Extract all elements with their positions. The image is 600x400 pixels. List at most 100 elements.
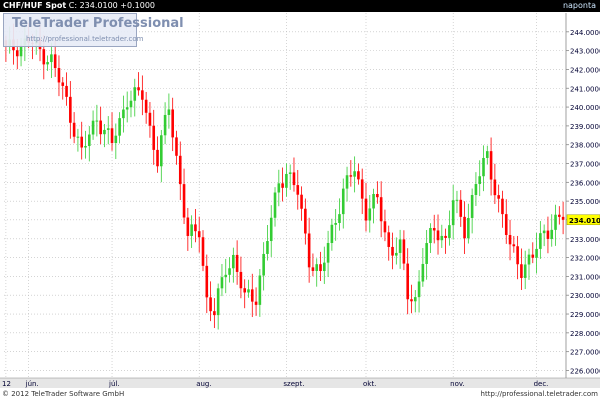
candle-down [444, 235, 447, 238]
candle-down [531, 254, 535, 258]
candle-down [57, 68, 61, 83]
candle-down [175, 137, 178, 156]
y-tick-label: 235.0000 [570, 198, 600, 206]
candle-down [144, 99, 148, 113]
candle-down [65, 85, 68, 97]
x-tick-label: szept. [283, 380, 304, 388]
candle-up [216, 288, 220, 316]
y-tick-label: 231.0000 [570, 273, 600, 281]
candle-down [178, 155, 182, 185]
candle-up [372, 193, 375, 209]
candle-down [296, 185, 300, 195]
candle-up [470, 194, 474, 218]
candle-down [546, 230, 550, 239]
candle-up [482, 157, 485, 177]
x-tick-label: aug. [196, 380, 211, 388]
candle-up [485, 151, 489, 158]
candle-up [163, 114, 167, 136]
candle-up [87, 134, 91, 146]
candle-up [341, 188, 345, 215]
candle-up [345, 175, 349, 189]
copyright-text: © 2012 TeleTrader Software GmbH [2, 390, 125, 398]
y-tick-label: 232.0000 [570, 255, 600, 263]
y-tick-label: 241.0000 [570, 85, 600, 93]
candle-down [152, 125, 156, 150]
candle-down [171, 109, 174, 138]
candle-up [118, 118, 121, 136]
candle-up [550, 229, 554, 239]
candle-down [254, 301, 258, 305]
candle-down [459, 199, 463, 217]
candle-up [395, 252, 398, 256]
candle-up [125, 107, 129, 110]
candle-up [474, 184, 478, 195]
candle-down [292, 172, 296, 186]
x-tick-label: nov. [450, 380, 465, 388]
candle-down [110, 128, 114, 144]
candle-up [232, 254, 235, 269]
candle-up [273, 192, 277, 218]
candle-up [338, 214, 341, 223]
candle-up [425, 243, 428, 264]
y-tick-label: 237.0000 [570, 161, 600, 169]
y-tick-label: 243.0000 [570, 48, 600, 56]
candle-up [50, 54, 53, 63]
candle-down [15, 50, 19, 57]
candle-up [129, 100, 133, 108]
candle-down [72, 122, 76, 137]
candle-up [368, 208, 372, 221]
candle-down [520, 264, 523, 278]
candle-down [281, 183, 284, 188]
candle-down [501, 198, 504, 215]
y-axis: 226.0000 227.0000 228.0000 229.0000 230.0000… [565, 13, 600, 378]
candle-up [421, 263, 425, 282]
candle-down [239, 271, 243, 289]
candle-up [220, 277, 224, 289]
candle-down [383, 221, 387, 233]
candle-down [304, 208, 307, 234]
candle-down [364, 198, 368, 221]
candle-down [186, 217, 190, 236]
candle-up [539, 233, 542, 249]
footer-url[interactable]: http://professional.teletrader.com [481, 389, 598, 400]
candle-down [516, 246, 519, 265]
candle-up [451, 200, 455, 226]
candle-up [84, 145, 87, 148]
y-tick-label: 244.0000 [570, 29, 600, 37]
last-price-label: 234.0100 [569, 217, 600, 225]
candle-down [512, 244, 516, 247]
candle-up [262, 253, 265, 276]
candle-down [53, 54, 57, 69]
candle-up [133, 87, 137, 101]
candle-up [167, 109, 171, 115]
candle-up [228, 268, 231, 275]
candle-up [448, 225, 451, 238]
candle-down [42, 49, 46, 65]
candle-down [558, 214, 561, 217]
candle-down [402, 239, 406, 264]
x-tick-label: dec. [534, 380, 549, 388]
candle-up [247, 289, 250, 293]
y-tick-label: 228.0000 [570, 330, 600, 338]
candle-down [311, 267, 315, 271]
candle-down [508, 234, 512, 245]
candle-down [504, 214, 508, 235]
y-tick-label: 242.0000 [570, 66, 600, 74]
candle-up [326, 243, 330, 263]
candle-down [213, 311, 216, 316]
candle-up [554, 214, 557, 230]
candle-up [106, 128, 110, 130]
candle-up [285, 173, 288, 188]
candle-up [266, 241, 269, 254]
candle-up [334, 222, 337, 225]
candle-down [379, 197, 383, 222]
y-tick-label: 229.0000 [570, 311, 600, 319]
y-tick-label: 230.0000 [570, 292, 600, 300]
candle-up [455, 199, 459, 201]
candle-down [69, 96, 72, 123]
candles [4, 23, 565, 330]
candle-up [523, 264, 527, 278]
candle-down [493, 179, 497, 196]
candle-down [201, 237, 205, 266]
y-tick-label: 227.0000 [570, 349, 600, 357]
